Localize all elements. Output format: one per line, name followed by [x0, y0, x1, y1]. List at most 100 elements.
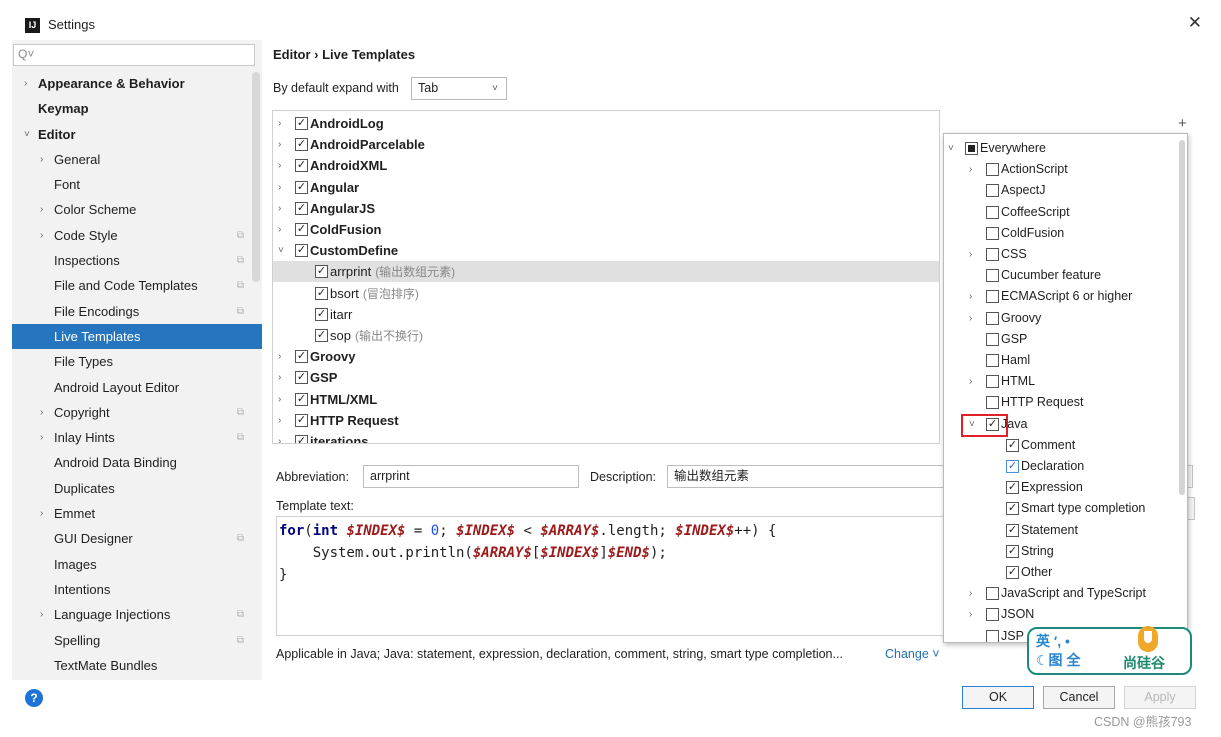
- sidebar-item[interactable]: File Types: [12, 349, 262, 374]
- checkbox[interactable]: [986, 332, 999, 346]
- sidebar-item[interactable]: ˅ Editor: [12, 122, 262, 147]
- template-group[interactable]: › ✓ GSP: [273, 367, 939, 388]
- help-icon[interactable]: ?: [25, 689, 43, 707]
- abbreviation-input[interactable]: arrprint: [363, 465, 579, 488]
- checkbox[interactable]: [986, 629, 999, 642]
- context-item[interactable]: ˅ ✓ Java: [944, 414, 1180, 435]
- template-group[interactable]: › ✓ HTTP Request: [273, 410, 939, 431]
- checkbox[interactable]: [986, 375, 999, 389]
- checkbox[interactable]: ✓: [295, 138, 308, 152]
- context-item[interactable]: › ActionScript: [944, 159, 1180, 180]
- sidebar-item[interactable]: › Emmet: [12, 501, 262, 526]
- checkbox[interactable]: [986, 248, 999, 261]
- checkbox[interactable]: ✓: [295, 371, 308, 385]
- sidebar-scrollbar[interactable]: [252, 72, 260, 282]
- sidebar-item[interactable]: Intentions: [12, 577, 262, 602]
- context-item[interactable]: ColdFusion: [944, 223, 1180, 244]
- context-item[interactable]: AspectJ: [944, 180, 1180, 201]
- sidebar-item[interactable]: › Color Scheme: [12, 197, 262, 222]
- checkbox[interactable]: [986, 587, 999, 601]
- sidebar-item[interactable]: Spelling ⧉: [12, 628, 262, 653]
- context-item[interactable]: ˅ Everywhere: [944, 138, 1180, 159]
- checkbox[interactable]: ✓: [1006, 460, 1019, 473]
- checkbox[interactable]: ✓: [1006, 502, 1019, 516]
- template-group[interactable]: ˅ ✓ CustomDefine: [273, 240, 939, 261]
- sidebar-item[interactable]: File and Code Templates ⧉: [12, 273, 262, 298]
- context-item[interactable]: ✓ String: [944, 541, 1180, 562]
- checkbox[interactable]: [986, 311, 999, 325]
- context-item[interactable]: ✓ Statement: [944, 520, 1180, 541]
- template-text-editor[interactable]: for(int $INDEX$ = 0; $INDEX$ < $ARRAY$.l…: [276, 516, 944, 636]
- context-item[interactable]: ✓ Declaration: [944, 456, 1180, 477]
- checkbox[interactable]: ✓: [295, 392, 308, 406]
- context-item[interactable]: › Groovy: [944, 308, 1180, 329]
- checkbox[interactable]: ✓: [1006, 438, 1019, 452]
- checkbox[interactable]: ✓: [295, 117, 308, 130]
- checkbox[interactable]: [986, 163, 999, 177]
- sidebar-item[interactable]: Android Layout Editor: [12, 375, 262, 400]
- template-item[interactable]: ✓ sop (输出不换行): [273, 325, 939, 346]
- apply-button[interactable]: Apply: [1124, 686, 1196, 709]
- template-group[interactable]: › ✓ iterations: [273, 431, 939, 443]
- checkbox[interactable]: ✓: [315, 286, 328, 300]
- sidebar-item[interactable]: File Encodings ⧉: [12, 299, 262, 324]
- template-item[interactable]: ✓ itarr: [273, 304, 939, 325]
- checkbox[interactable]: ✓: [315, 265, 328, 279]
- sidebar-item[interactable]: Images: [12, 552, 262, 577]
- template-item[interactable]: ✓ bsort (冒泡排序): [273, 283, 939, 304]
- context-item[interactable]: › JavaScript and TypeScript: [944, 583, 1180, 604]
- checkbox[interactable]: [965, 142, 978, 155]
- sidebar-item[interactable]: › Language Injections ⧉: [12, 602, 262, 627]
- checkbox[interactable]: [986, 608, 999, 622]
- template-group[interactable]: › ✓ HTML/XML: [273, 389, 939, 410]
- context-item[interactable]: ✓ Comment: [944, 435, 1180, 456]
- template-group[interactable]: › ✓ AngularJS: [273, 198, 939, 219]
- checkbox[interactable]: ✓: [1006, 544, 1019, 558]
- context-item[interactable]: CoffeeScript: [944, 202, 1180, 223]
- context-item[interactable]: ✓ Expression: [944, 477, 1180, 498]
- ok-button[interactable]: OK: [962, 686, 1034, 709]
- context-item[interactable]: HTTP Request: [944, 392, 1180, 413]
- context-item[interactable]: Haml: [944, 350, 1180, 371]
- cancel-button[interactable]: Cancel: [1043, 686, 1115, 709]
- context-item[interactable]: GSP: [944, 329, 1180, 350]
- settings-search-input[interactable]: Q˅: [13, 44, 255, 66]
- checkbox[interactable]: ✓: [295, 435, 308, 443]
- checkbox[interactable]: [986, 290, 999, 304]
- checkbox[interactable]: ✓: [295, 244, 308, 258]
- context-item[interactable]: Cucumber feature: [944, 265, 1180, 286]
- sidebar-item[interactable]: Inspections ⧉: [12, 248, 262, 273]
- checkbox[interactable]: [986, 396, 999, 410]
- checkbox[interactable]: ✓: [1006, 566, 1019, 579]
- checkbox[interactable]: [986, 184, 999, 198]
- template-group[interactable]: › ✓ ColdFusion: [273, 219, 939, 240]
- checkbox[interactable]: ✓: [1006, 523, 1019, 537]
- sidebar-item[interactable]: Keymap: [12, 96, 262, 121]
- checkbox[interactable]: [986, 269, 999, 283]
- context-item[interactable]: › CSS: [944, 244, 1180, 265]
- sidebar-item[interactable]: Font: [12, 172, 262, 197]
- sidebar-item[interactable]: › Copyright ⧉: [12, 400, 262, 425]
- checkbox[interactable]: [986, 226, 999, 240]
- description-input[interactable]: 输出数组元素: [667, 465, 945, 488]
- context-item[interactable]: ✓ Other: [944, 562, 1180, 583]
- template-group[interactable]: › ✓ Groovy: [273, 346, 939, 367]
- close-icon[interactable]: ✕: [1188, 13, 1202, 33]
- sidebar-item[interactable]: › Inlay Hints ⧉: [12, 425, 262, 450]
- checkbox[interactable]: [986, 205, 999, 219]
- sidebar-item[interactable]: Duplicates: [12, 476, 262, 501]
- context-item[interactable]: › HTML: [944, 371, 1180, 392]
- checkbox[interactable]: ✓: [295, 180, 308, 194]
- template-item[interactable]: ✓ arrprint (输出数组元素): [273, 261, 939, 283]
- checkbox[interactable]: ✓: [315, 329, 328, 342]
- context-item[interactable]: ✓ Smart type completion: [944, 498, 1180, 519]
- expand-with-select[interactable]: Tab ˅: [411, 77, 507, 100]
- checkbox[interactable]: ✓: [1006, 481, 1019, 495]
- sidebar-item[interactable]: Live Templates: [12, 323, 262, 350]
- checkbox[interactable]: ✓: [295, 350, 308, 364]
- template-group[interactable]: › ✓ AndroidParcelable: [273, 134, 939, 155]
- sidebar-item[interactable]: › General: [12, 147, 262, 172]
- checkbox[interactable]: [986, 354, 999, 367]
- context-item[interactable]: › JSON: [944, 604, 1180, 625]
- checkbox[interactable]: ✓: [986, 417, 999, 431]
